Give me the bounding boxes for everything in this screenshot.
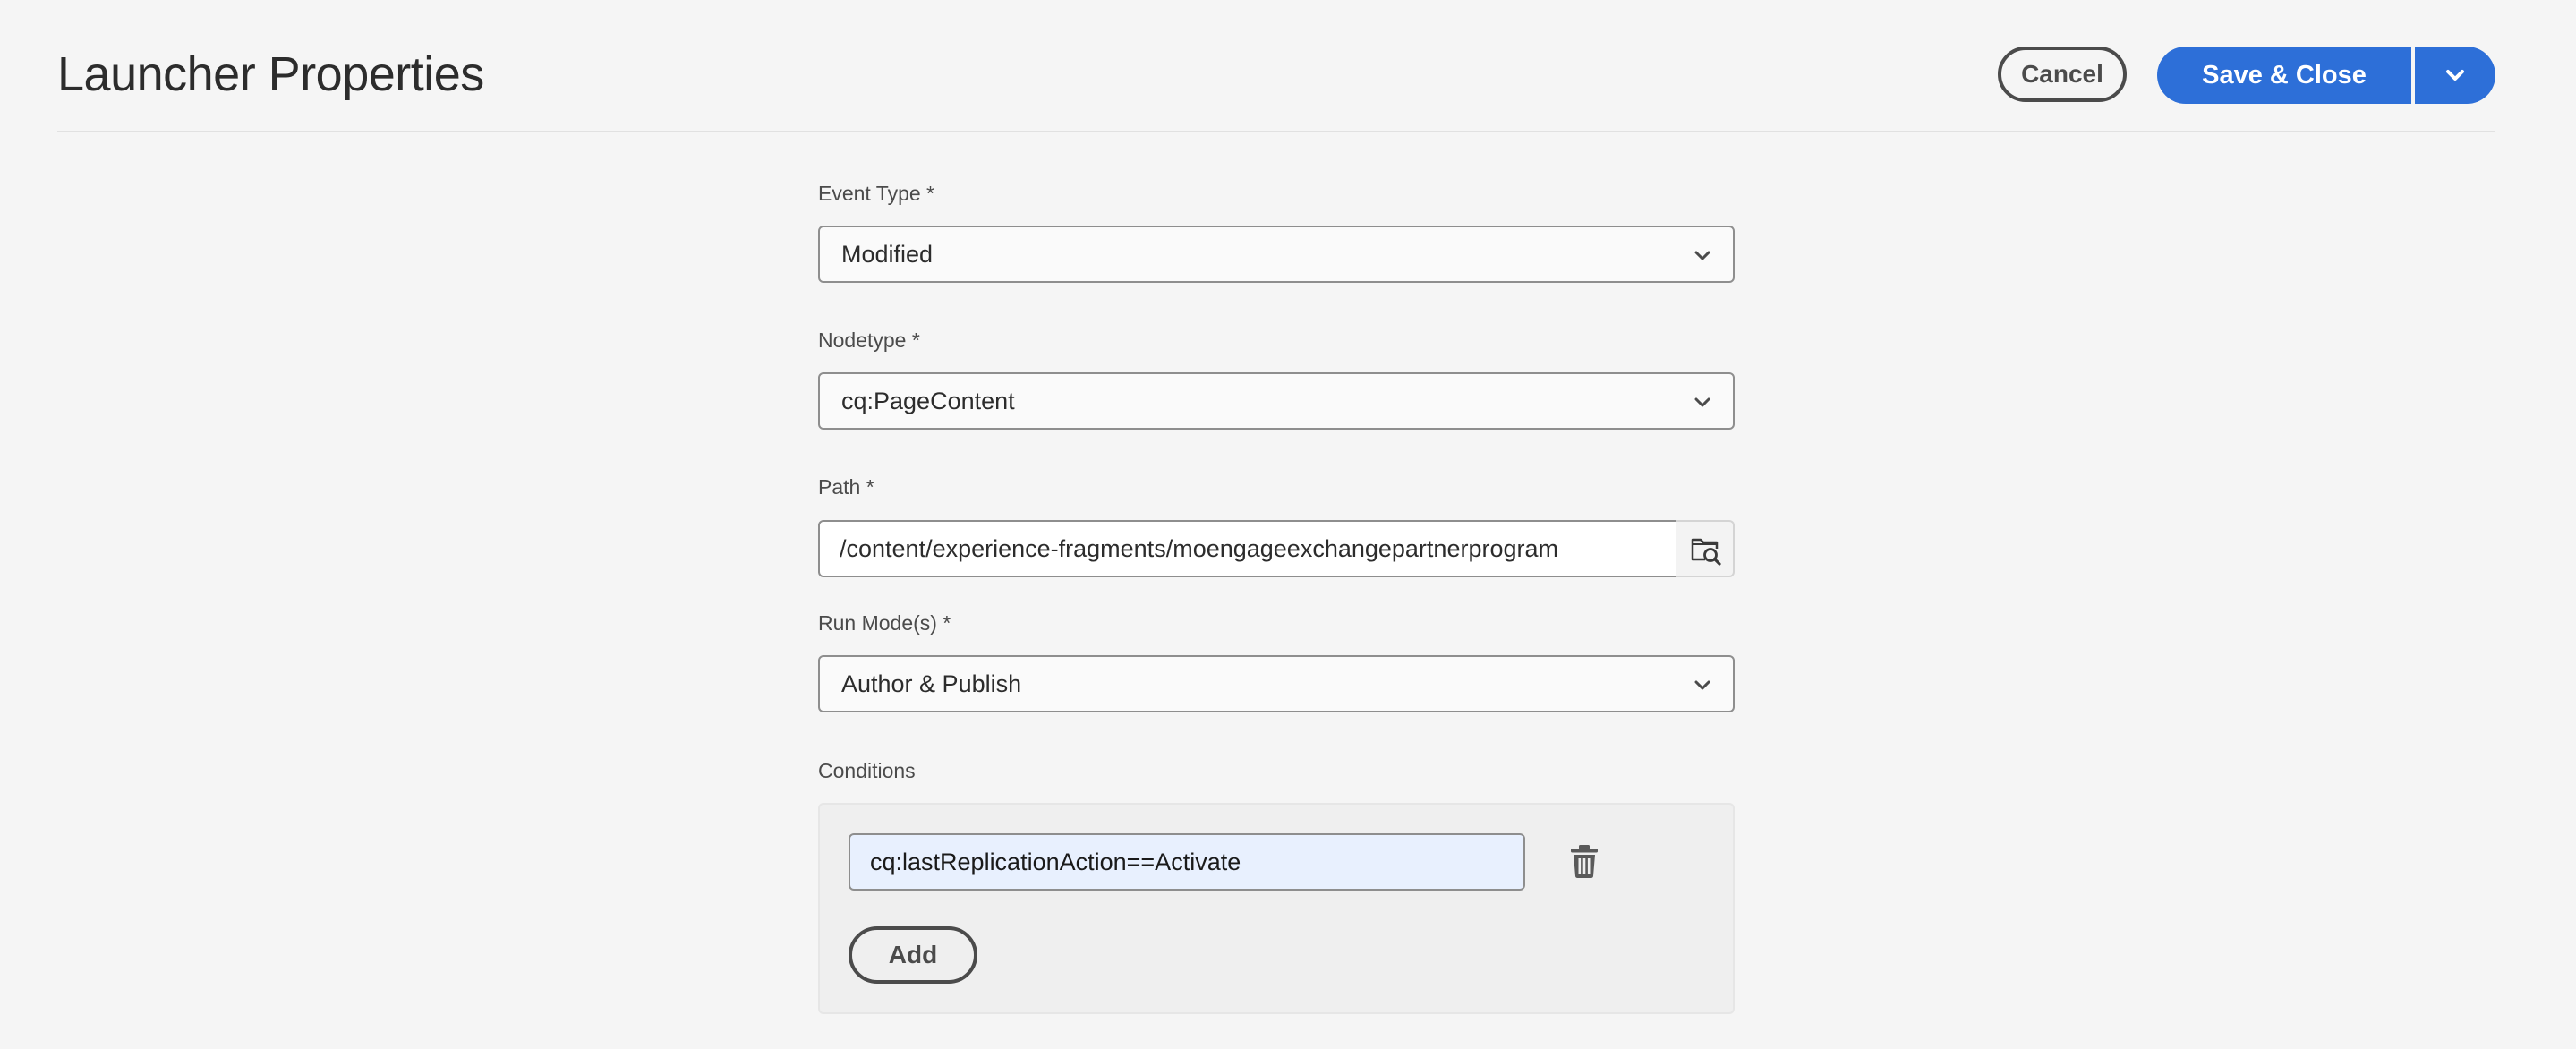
nodetype-select[interactable]: cq:PageContent (818, 372, 1735, 430)
path-label: Path * (818, 475, 874, 499)
conditions-label: Conditions (818, 759, 916, 782)
chevron-down-icon (1694, 680, 1710, 690)
header: Launcher Properties (57, 0, 2495, 132)
nodetype-label: Nodetype * (818, 328, 920, 352)
nodetype-value: cq:PageContent (841, 388, 1015, 414)
save-options-button[interactable] (2415, 47, 2495, 104)
run-modes-label: Run Mode(s) * (818, 611, 951, 635)
delete-condition-button[interactable] (1568, 843, 1600, 879)
chevron-down-icon (1694, 397, 1710, 407)
chevron-down-icon (1694, 251, 1710, 260)
run-modes-select[interactable]: Author & Publish (818, 655, 1735, 712)
add-condition-button[interactable]: Add (849, 926, 977, 984)
chevron-down-icon (2446, 70, 2464, 81)
trash-icon (1571, 845, 1598, 878)
cancel-button[interactable]: Cancel (1998, 47, 2127, 102)
event-type-value: Modified (841, 241, 934, 268)
path-input[interactable] (818, 520, 1677, 577)
save-and-close-button[interactable]: Save & Close (2157, 47, 2411, 104)
condition-input[interactable] (849, 833, 1525, 891)
page-title: Launcher Properties (57, 47, 484, 101)
event-type-select[interactable]: Modified (818, 226, 1735, 283)
path-browse-button[interactable] (1676, 520, 1735, 577)
run-modes-value: Author & Publish (841, 670, 1022, 697)
event-type-label: Event Type * (818, 182, 934, 205)
folder-search-icon (1691, 538, 1721, 566)
